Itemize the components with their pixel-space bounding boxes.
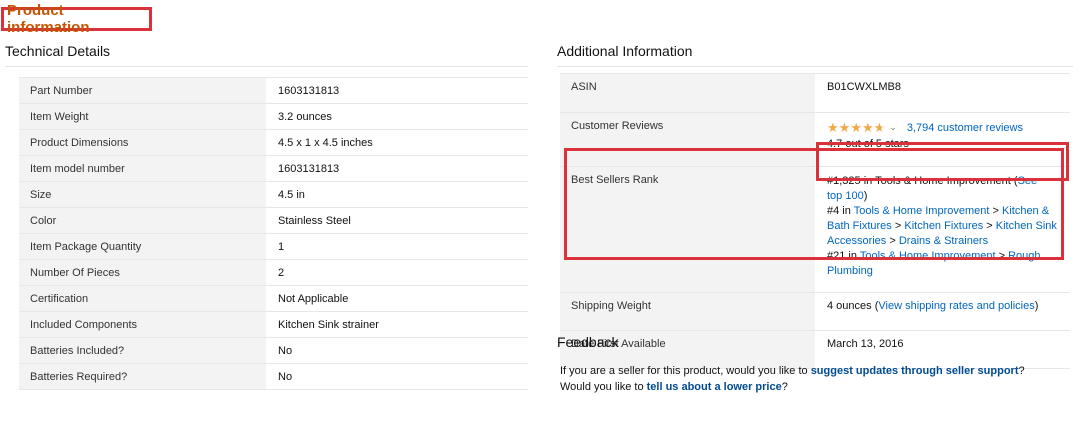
spec-label: Part Number — [19, 77, 266, 104]
spec-value: 4.5 x 1 x 4.5 inches — [266, 129, 528, 156]
table-row: Product Dimensions 4.5 x 1 x 4.5 inches — [19, 129, 528, 156]
spec-label: Item Weight — [19, 103, 266, 130]
asin-value: B01CWXLMB8 — [815, 73, 1070, 113]
table-row: Batteries Included? No — [19, 337, 528, 364]
spec-label: Color — [19, 207, 266, 234]
table-row: Included Components Kitchen Sink strainer — [19, 311, 528, 338]
feedback-line-2: Would you like to tell us about a lower … — [560, 381, 788, 393]
spec-value: 4.5 in — [266, 181, 528, 208]
spec-value: Kitchen Sink strainer — [266, 311, 528, 338]
feedback-title: Feedback — [557, 334, 619, 350]
suggest-updates-link[interactable]: suggest updates through seller support — [811, 365, 1019, 377]
table-row: Number Of Pieces 2 — [19, 259, 528, 286]
spec-label: Batteries Included? — [19, 337, 266, 364]
shipping-rates-link[interactable]: View shipping rates and policies — [878, 300, 1034, 312]
spec-value: 1603131813 — [266, 155, 528, 182]
shipping-suffix: ) — [1034, 300, 1039, 312]
table-row: Item Weight 3.2 ounces — [19, 103, 528, 130]
spec-label: Item model number — [19, 155, 266, 182]
spec-value: No — [266, 363, 528, 390]
technical-divider — [5, 66, 528, 67]
lower-price-link[interactable]: tell us about a lower price — [647, 381, 782, 393]
spec-label: Item Package Quantity — [19, 233, 266, 260]
feedback-line-1-text: If you are a seller for this product, wo… — [560, 365, 811, 377]
spec-label: Included Components — [19, 311, 266, 338]
chevron-down-icon[interactable]: ⌄ — [889, 122, 897, 132]
spec-label: Number Of Pieces — [19, 259, 266, 286]
table-row: Size 4.5 in — [19, 181, 528, 208]
spec-label: Certification — [19, 285, 266, 312]
shipping-weight-label: Shipping Weight — [560, 292, 815, 331]
table-row: ASIN B01CWXLMB8 — [560, 73, 1070, 113]
table-row: Item model number 1603131813 — [19, 155, 528, 182]
spec-label: Product Dimensions — [19, 129, 266, 156]
technical-details-table: Part Number 1603131813 Item Weight 3.2 ounc… — [19, 77, 528, 390]
feedback-line-1-suffix: ? — [1018, 365, 1025, 377]
spec-label: Size — [19, 181, 266, 208]
additional-divider — [557, 66, 1073, 67]
spec-value: Not Applicable — [266, 285, 528, 312]
spec-value: 1603131813 — [266, 77, 528, 104]
table-row: Batteries Required? No — [19, 363, 528, 390]
table-row: Shipping Weight 4 ounces (View shipping … — [560, 292, 1070, 331]
table-row: Certification Not Applicable — [19, 285, 528, 312]
additional-information-title: Additional Information — [557, 43, 693, 59]
feedback-line-1: If you are a seller for this product, wo… — [560, 365, 1025, 377]
product-information-heading: Product information — [1, 2, 152, 36]
spec-value: 1 — [266, 233, 528, 260]
table-row: Date First Available March 13, 2016 — [560, 330, 1070, 369]
spec-value: 2 — [266, 259, 528, 286]
feedback-line-2-suffix: ? — [781, 381, 788, 393]
spec-value: No — [266, 337, 528, 364]
table-row: Part Number 1603131813 — [19, 77, 528, 104]
technical-details-title: Technical Details — [5, 43, 111, 59]
top-rank-highlight-box — [816, 142, 1069, 181]
spec-value: Stainless Steel — [266, 207, 528, 234]
spec-value: 3.2 ounces — [266, 103, 528, 130]
star-rating-icon[interactable]: ★★★★★ — [827, 120, 885, 136]
shipping-weight-text: 4 ounces ( — [827, 300, 879, 312]
feedback-line-2-text: Would you like to — [560, 381, 647, 393]
table-row: Item Package Quantity 1 — [19, 233, 528, 260]
table-row: Color Stainless Steel — [19, 207, 528, 234]
date-first-available-value: March 13, 2016 — [815, 330, 1070, 369]
shipping-weight-value: 4 ounces (View shipping rates and polici… — [815, 292, 1070, 331]
spec-label: Batteries Required? — [19, 363, 266, 390]
asin-label: ASIN — [560, 73, 815, 113]
customer-reviews-link[interactable]: 3,794 customer reviews — [907, 122, 1023, 134]
